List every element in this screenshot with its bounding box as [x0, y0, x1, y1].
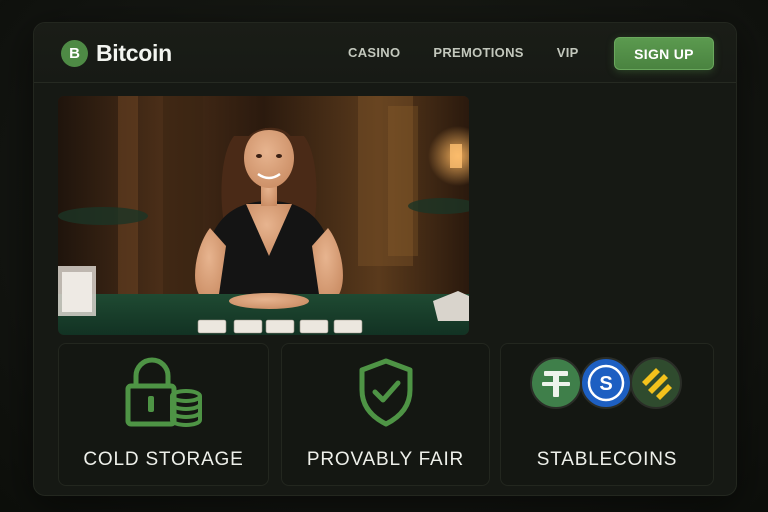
svg-text:S: S — [599, 373, 612, 395]
brand-logo[interactable]: B Bitcoin — [61, 38, 172, 68]
live-dealer-hero-image — [58, 96, 469, 335]
nav-link-promotions[interactable]: PREMOTIONS — [433, 45, 523, 60]
nav-link-casino[interactable]: CASINO — [348, 45, 400, 60]
page-frame: B Bitcoin CASINO PREMOTIONS VIP SIGN UP — [33, 22, 737, 496]
lock-with-coins-icon — [59, 356, 268, 428]
feature-card-provably-fair[interactable]: PROVABLY FAIR — [281, 343, 490, 486]
top-navigation: B Bitcoin CASINO PREMOTIONS VIP SIGN UP — [34, 23, 736, 83]
shield-check-icon — [282, 356, 489, 428]
feature-label-provably-fair: PROVABLY FAIR — [306, 449, 465, 470]
brand-name: Bitcoin — [96, 39, 172, 66]
nav-link-vip[interactable]: VIP — [557, 45, 579, 60]
dealer-photo-illustration — [58, 96, 469, 335]
sign-up-button[interactable]: SIGN UP — [614, 37, 714, 70]
feature-card-stablecoins[interactable]: S STABLECOINS — [500, 343, 714, 486]
stablecoin-logos-icon: S — [501, 356, 713, 414]
bitcoin-logo-icon: B — [61, 39, 88, 67]
feature-card-cold-storage[interactable]: COLD STORAGE — [58, 343, 269, 486]
nav-links: CASINO PREMOTIONS VIP — [348, 45, 579, 60]
feature-label-cold-storage: COLD STORAGE — [83, 449, 244, 470]
feature-label-stablecoins: STABLECOINS — [536, 449, 678, 470]
